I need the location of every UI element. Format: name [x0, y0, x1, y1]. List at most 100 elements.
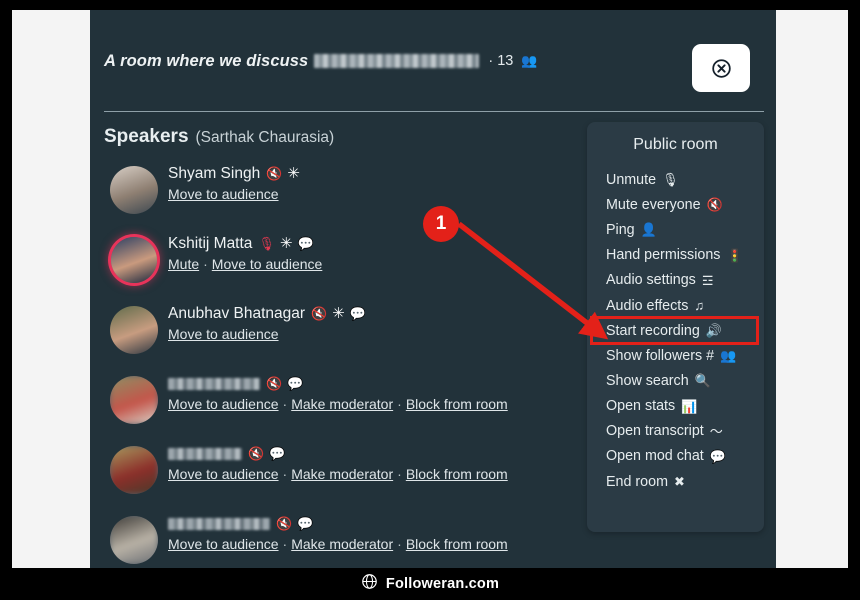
- blurred-speaker-name: [168, 377, 260, 390]
- footer-bar: Followeran.com: [0, 568, 860, 600]
- speaker-name-row: 🔇 💬: [168, 440, 584, 464]
- speaker-row: Kshitij Matta 🎙 ✳ 💬 Mute · Move to audience: [104, 230, 584, 300]
- avatar[interactable]: [110, 446, 158, 494]
- speakers-heading: Speakers (Sarthak Chaurasia): [104, 126, 334, 148]
- traffic-light-icon: 🚦: [726, 247, 743, 263]
- speaker-actions: Move to audience · Make moderator · Block fr…: [168, 466, 584, 482]
- speaker-status-badges: 🔇 💬: [246, 444, 286, 463]
- action-make-moderator[interactable]: Make moderator: [291, 536, 393, 552]
- menu-item-hand-permissions[interactable]: Hand permissions 🚦: [587, 243, 764, 268]
- blurred-speaker-name: [168, 447, 242, 460]
- action-move-to-audience[interactable]: Move to audience: [168, 536, 279, 552]
- speaker-row: 🔇 💬 Move to audience · Make moderator · Block …: [104, 370, 584, 440]
- page-title: A room where we discuss: [104, 51, 309, 70]
- menu-item-audio-settings[interactable]: Audio settings ☲: [587, 268, 764, 293]
- menu-item-ping[interactable]: Ping 👤: [587, 217, 764, 242]
- people-icon: 👥: [521, 53, 538, 68]
- action-make-moderator[interactable]: Make moderator: [291, 396, 393, 412]
- room-options-menu: Public room Unmute 🎙 Mute everyone 🔇 Ping 👤 Ha…: [587, 122, 764, 532]
- speaker-name-row: 🔇 💬: [168, 510, 584, 534]
- speaker-mute-icon: 🔇: [706, 197, 723, 213]
- room-header: A room where we discuss · 13 👥: [104, 38, 764, 108]
- speaker-status-badges: 🔇 ✳: [264, 164, 300, 183]
- action-mute[interactable]: Mute: [168, 256, 199, 272]
- mic-muted-icon: 🔇: [274, 514, 294, 533]
- menu-item-unmute[interactable]: Unmute 🎙: [587, 167, 764, 192]
- speaker-actions: Mute · Move to audience: [168, 256, 584, 272]
- blurred-room-topic: [314, 54, 480, 68]
- menu-item-mute-everyone[interactable]: Mute everyone 🔇: [587, 192, 764, 217]
- avatar[interactable]: [111, 237, 157, 283]
- avatar[interactable]: [110, 516, 158, 564]
- action-block-from-room[interactable]: Block from room: [406, 466, 508, 482]
- sliders-icon: ☲: [701, 272, 714, 288]
- chat-bubble-icon: 💬: [287, 376, 304, 391]
- avatar[interactable]: [110, 166, 158, 214]
- mic-on-icon: 🎙: [258, 236, 275, 251]
- menu-item-end-room[interactable]: End room ✖: [587, 469, 764, 494]
- menu-item-open-transcript[interactable]: Open transcript 〜: [587, 419, 764, 444]
- action-move-to-audience[interactable]: Move to audience: [168, 326, 279, 342]
- menu-item-open-mod-chat[interactable]: Open mod chat 💬: [587, 444, 764, 469]
- star-icon: ✳: [279, 235, 293, 252]
- close-room-button[interactable]: [692, 44, 750, 92]
- action-make-moderator[interactable]: Make moderator: [291, 466, 393, 482]
- speakers-owner: (Sarthak Chaurasia): [195, 129, 335, 146]
- speaker-row: Anubhav Bhatnagar 🔇 ✳ 💬 Move to audience: [104, 300, 584, 370]
- count-value: 13: [497, 53, 514, 69]
- menu-item-audio-effects[interactable]: Audio effects ♫: [587, 293, 764, 318]
- action-block-from-room[interactable]: Block from room: [406, 396, 508, 412]
- music-note-icon: ♫: [694, 298, 705, 314]
- action-separator: ·: [397, 536, 402, 552]
- room-member-count: · 13 👥: [488, 53, 537, 69]
- menu-item-show-search[interactable]: Show search 🔍: [587, 368, 764, 393]
- action-move-to-audience[interactable]: Move to audience: [168, 396, 279, 412]
- menu-item-show-followers[interactable]: Show followers # 👥: [587, 343, 764, 368]
- star-icon: ✳: [332, 305, 345, 322]
- action-separator: ·: [282, 536, 288, 552]
- mic-muted-icon: 🔇: [264, 164, 284, 183]
- action-move-to-audience[interactable]: Move to audience: [212, 256, 323, 272]
- speaker-status-badges: 🎙 ✳ 💬: [258, 236, 313, 251]
- screenshot-root: A room where we discuss · 13 👥 Speakers …: [0, 0, 860, 600]
- menu-item-label: End room: [606, 473, 668, 490]
- menu-item-label: Open transcript: [606, 423, 704, 440]
- action-move-to-audience[interactable]: Move to audience: [168, 186, 279, 202]
- header-divider: [104, 111, 764, 112]
- speaker-actions: Move to audience · Make moderator · Block fr…: [168, 396, 584, 412]
- speaker-name-row: Shyam Singh 🔇 ✳: [168, 160, 584, 184]
- action-separator: ·: [397, 466, 402, 482]
- chat-bubble-icon: 💬: [297, 236, 314, 251]
- speaker-actions: Move to audience · Make moderator · Block fr…: [168, 536, 584, 552]
- menu-item-label: Audio settings: [606, 272, 696, 289]
- blurred-speaker-name: [168, 517, 270, 530]
- menu-item-label: Open mod chat: [606, 448, 704, 465]
- speaker-name: Shyam Singh: [168, 164, 261, 182]
- menu-item-open-stats[interactable]: Open stats 📊: [587, 394, 764, 419]
- speaker-actions: Move to audience: [168, 186, 584, 202]
- speaker-name-row: Anubhav Bhatnagar 🔇 ✳ 💬: [168, 300, 584, 324]
- menu-item-label: Start recording: [606, 322, 700, 339]
- speaker-name: Anubhav Bhatnagar: [168, 304, 306, 322]
- star-icon: ✳: [287, 165, 300, 182]
- speaker-row: Shyam Singh 🔇 ✳ Move to audience: [104, 160, 584, 230]
- mic-muted-icon: 🔇: [264, 374, 284, 393]
- chat-bubble-icon: 💬: [709, 448, 726, 464]
- speaker-name-row: Kshitij Matta 🎙 ✳ 💬: [168, 230, 584, 254]
- chat-bubble-icon: 💬: [349, 306, 366, 321]
- speaker-status-badges: 🔇 💬: [274, 514, 314, 533]
- speakers-label: Speakers: [104, 126, 189, 147]
- mic-muted-icon: 🎙: [662, 172, 679, 188]
- speaker-status-badges: 🔇 💬: [264, 374, 304, 393]
- chat-bubble-icon: 💬: [269, 446, 286, 461]
- mic-muted-icon: 🔇: [246, 444, 266, 463]
- avatar[interactable]: [110, 376, 158, 424]
- menu-item-start-recording[interactable]: Start recording 🔊: [590, 316, 759, 346]
- action-block-from-room[interactable]: Block from room: [406, 536, 508, 552]
- avatar[interactable]: [110, 306, 158, 354]
- menu-item-label: Open stats: [606, 398, 676, 415]
- globe-icon: [361, 573, 378, 595]
- speaker-wave-icon: 🔊: [705, 323, 722, 339]
- action-move-to-audience[interactable]: Move to audience: [168, 466, 279, 482]
- footer-brand: Followeran.com: [385, 576, 500, 592]
